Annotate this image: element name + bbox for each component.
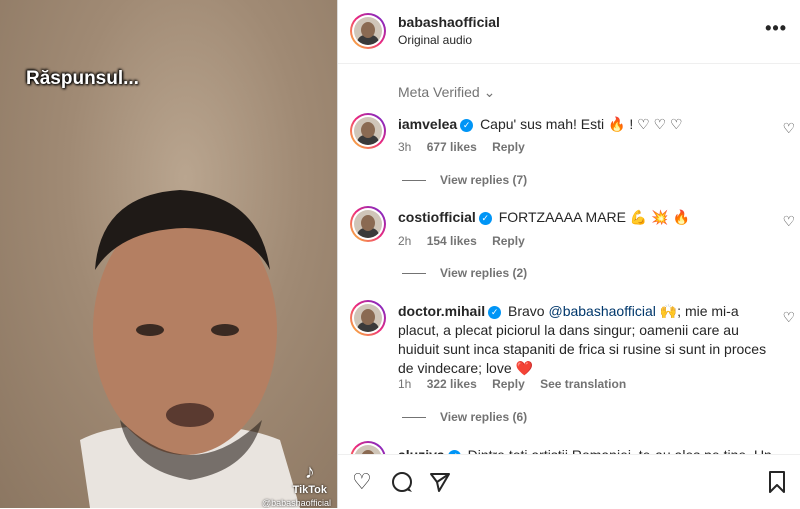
- avatar[interactable]: [350, 206, 386, 242]
- like-comment-icon[interactable]: ♡: [782, 213, 795, 230]
- comment-likes[interactable]: 677 likes: [427, 140, 477, 154]
- view-replies-button[interactable]: View replies (6): [402, 410, 527, 424]
- post-username[interactable]: babashaofficial: [398, 14, 500, 30]
- more-options-icon[interactable]: •••: [765, 18, 787, 39]
- save-icon[interactable]: [767, 470, 787, 494]
- see-translation-button[interactable]: See translation: [540, 377, 626, 391]
- avatar[interactable]: [350, 113, 386, 149]
- verified-badge-icon: ✓: [488, 305, 502, 319]
- comment-icon[interactable]: [390, 470, 414, 494]
- reply-button[interactable]: Reply: [492, 140, 525, 154]
- comment-username[interactable]: doctor.mihail: [398, 303, 485, 319]
- comment-text-start: Bravo: [508, 303, 549, 319]
- comments-panel: babashaofficial Original audio ••• Meta …: [337, 0, 800, 509]
- tiktok-watermark: ♪ TikTok: [293, 461, 327, 496]
- avatar[interactable]: [350, 13, 386, 49]
- comment-time: 2h: [398, 234, 412, 248]
- comment-time: 3h: [398, 140, 412, 154]
- tiktok-label: TikTok: [292, 484, 327, 496]
- post-header: babashaofficial Original audio •••: [338, 0, 800, 64]
- tiktok-handle: @babashaofficial: [261, 498, 331, 508]
- like-comment-icon[interactable]: ♡: [782, 120, 795, 137]
- like-comment-icon[interactable]: ♡: [782, 309, 795, 326]
- mention-link[interactable]: @babashaofficial: [548, 303, 655, 319]
- share-icon[interactable]: [428, 470, 452, 494]
- comment-likes[interactable]: 322 likes: [427, 377, 477, 391]
- comment-username[interactable]: iamvelea: [398, 116, 457, 132]
- comment-text: FORTZAAAA MARE 💪 💥 🔥: [498, 209, 690, 225]
- reply-button[interactable]: Reply: [492, 234, 525, 248]
- post-action-bar: ♡: [338, 454, 800, 509]
- audio-label[interactable]: Original audio: [398, 33, 472, 47]
- view-replies-button[interactable]: View replies (7): [402, 173, 527, 187]
- verified-badge-icon: ✓: [478, 211, 492, 225]
- reply-button[interactable]: Reply: [492, 377, 525, 391]
- video-player[interactable]: Răspunsul... ♪ TikTok @babashaofficial: [0, 0, 337, 508]
- view-replies-button[interactable]: View replies (2): [402, 266, 527, 280]
- avatar[interactable]: [350, 300, 386, 336]
- tiktok-icon: ♪: [304, 461, 315, 483]
- meta-verified-label[interactable]: Meta Verified ⌄: [398, 84, 495, 101]
- comment-time: 1h: [398, 377, 412, 391]
- like-icon[interactable]: ♡: [352, 469, 372, 495]
- comment-text: Capu' sus mah! Esti 🔥 ! ♡ ♡ ♡: [480, 116, 683, 132]
- comment-likes[interactable]: 154 likes: [427, 234, 477, 248]
- video-frame: [80, 190, 300, 508]
- verified-badge-icon: ✓: [460, 118, 474, 132]
- comment-username[interactable]: costiofficial: [398, 209, 476, 225]
